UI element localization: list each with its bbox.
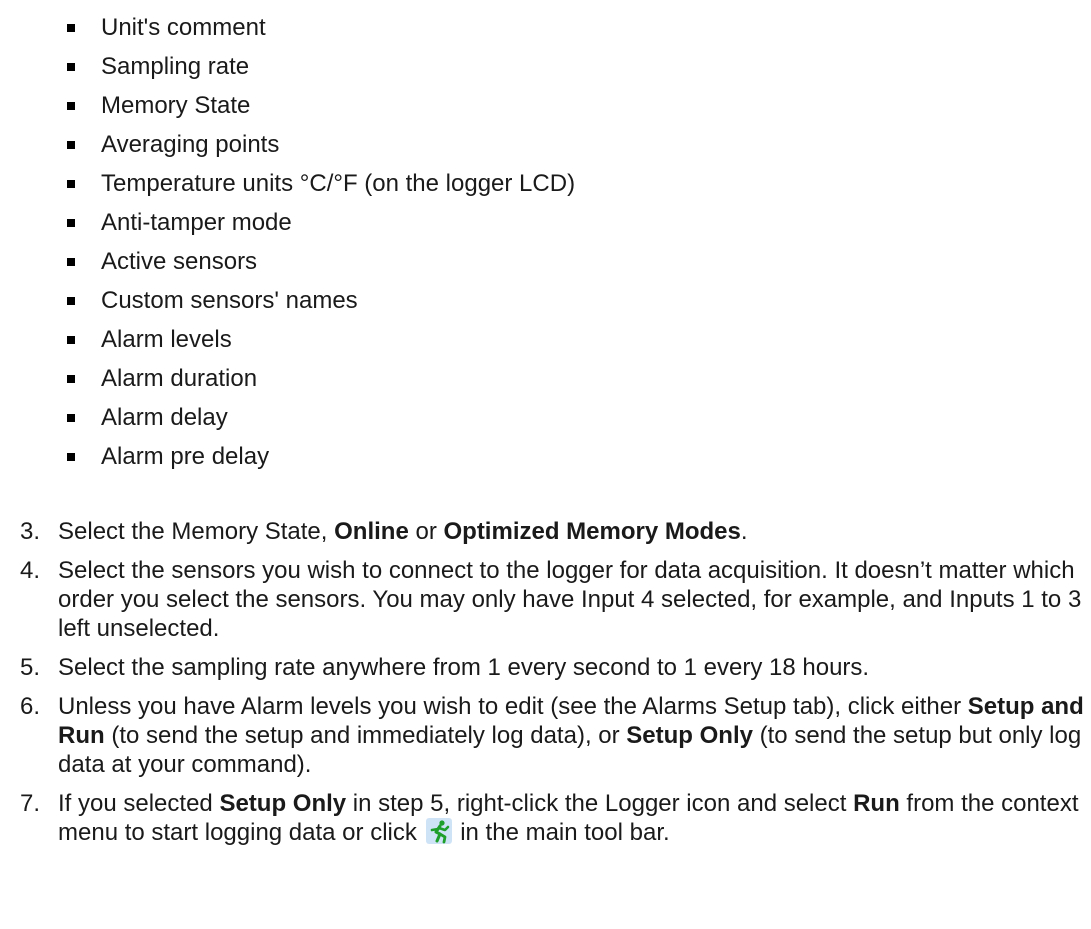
bullet-text: Alarm delay: [101, 404, 228, 431]
text-run: or: [408, 518, 444, 545]
bullet-item: Sampling rate: [65, 47, 575, 86]
settings-bullet-list: Unit's comment Sampling rate Memory State A…: [65, 8, 575, 476]
bullet-item: Anti-tamper mode: [65, 203, 575, 242]
step-number: 3.: [20, 518, 41, 545]
bullet-text: Temperature units °C/°F (on the logger L…: [101, 170, 576, 197]
step-item: 3. Select the Memory State, Online or Opt…: [0, 517, 1091, 546]
step-number: 4.: [20, 557, 41, 584]
text-run: .: [740, 518, 748, 545]
text-run: Select the sampling rate anywhere from 1…: [58, 654, 870, 681]
step-text: Unless you have Alarm levels you wish to…: [58, 693, 1084, 778]
bold-term: Setup Only: [219, 790, 347, 817]
bullet-square-icon: [67, 453, 75, 461]
bullet-text: Active sensors: [101, 248, 258, 275]
step-item: 5. Select the sampling rate anywhere from…: [0, 653, 1091, 682]
bold-term: Optimized Memory Modes: [443, 518, 741, 545]
step-item: 4. Select the sensors you wish to connect…: [0, 556, 1091, 643]
bullet-square-icon: [67, 102, 75, 110]
bullet-item: Alarm pre delay: [65, 437, 575, 476]
step-number: 5.: [20, 654, 41, 681]
bullet-item: Active sensors: [65, 242, 575, 281]
step-text: Select the Memory State, Online or Optim…: [58, 518, 748, 545]
bullet-square-icon: [67, 336, 75, 344]
step-text: Select the sampling rate anywhere from 1…: [58, 654, 869, 681]
bullet-text: Unit's comment: [101, 14, 266, 41]
bullet-square-icon: [67, 297, 75, 305]
text-run: in the main tool bar.: [453, 819, 670, 846]
bullet-item: Memory State: [65, 86, 575, 125]
bullet-text: Alarm duration: [101, 365, 258, 392]
bullet-item: Alarm delay: [65, 398, 575, 437]
bullet-square-icon: [67, 24, 75, 32]
document-page: Unit's comment Sampling rate Memory State A…: [0, 0, 1091, 929]
setup-steps-list: 3. Select the Memory State, Online or Opt…: [0, 517, 1091, 857]
bullet-text: Custom sensors' names: [101, 287, 358, 314]
bullet-text: Averaging points: [101, 131, 280, 158]
step-number: 6.: [20, 693, 41, 720]
bullet-text: Anti-tamper mode: [101, 209, 292, 236]
bullet-item: Unit's comment: [65, 8, 575, 47]
bullet-text: Alarm levels: [101, 326, 232, 353]
bullet-square-icon: [67, 180, 75, 188]
text-run: in step 5, right-click the Logger icon a…: [346, 790, 854, 817]
text-run: Select the sensors you wish to connect t…: [58, 557, 1082, 642]
bullet-square-icon: [67, 141, 75, 149]
bullet-text: Memory State: [101, 92, 251, 119]
bullet-square-icon: [67, 219, 75, 227]
bullet-item: Custom sensors' names: [65, 281, 575, 320]
step-number: 7.: [20, 790, 41, 817]
text-run: Select the Memory State,: [58, 518, 335, 545]
bold-term: Setup Only: [626, 722, 753, 749]
step-text: If you selected Setup Only in step 5, ri…: [58, 790, 1078, 846]
bullet-square-icon: [67, 63, 75, 71]
bullet-square-icon: [67, 375, 75, 383]
step-item: 6. Unless you have Alarm levels you wish …: [0, 692, 1091, 779]
bold-term: Run: [853, 790, 900, 817]
bullet-item: Averaging points: [65, 125, 575, 164]
bold-term: Online: [334, 518, 409, 545]
text-run: (to send the setup and immediately log d…: [104, 722, 627, 749]
text-run: If you selected: [58, 790, 220, 817]
text-run: Unless you have Alarm levels you wish to…: [58, 693, 968, 720]
bullet-text: Sampling rate: [101, 53, 250, 80]
step-text: Select the sensors you wish to connect t…: [58, 557, 1081, 642]
run-logger-icon: [425, 818, 452, 844]
bullet-item: Alarm duration: [65, 359, 575, 398]
bullet-square-icon: [67, 258, 75, 266]
bullet-square-icon: [67, 414, 75, 422]
bullet-item: Temperature units °C/°F (on the logger L…: [65, 164, 575, 203]
bullet-text: Alarm pre delay: [101, 443, 270, 470]
bullet-item: Alarm levels: [65, 320, 575, 359]
step-item: 7. If you selected Setup Only in step 5, …: [0, 789, 1091, 847]
